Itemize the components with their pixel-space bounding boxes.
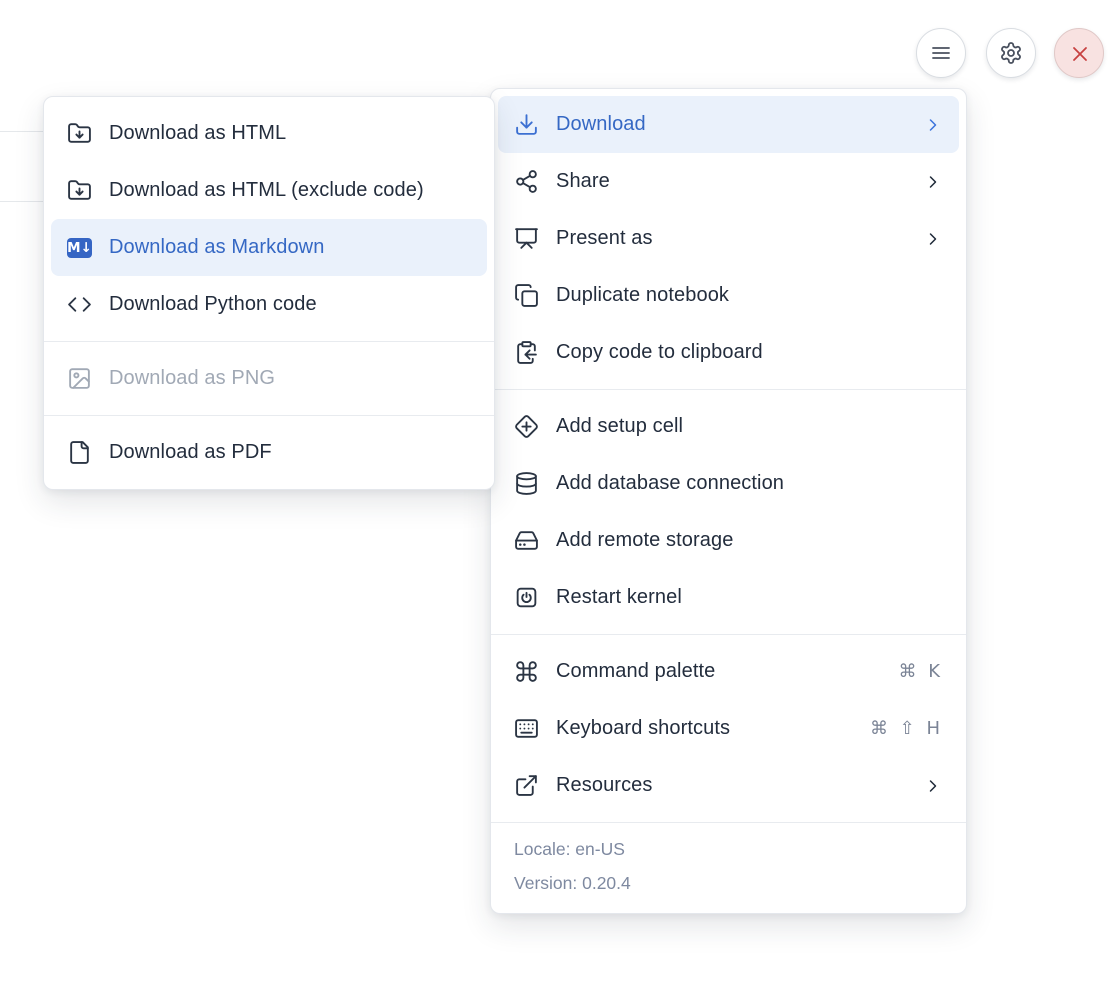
notebook-actions-menu: Download Share Present as Duplicate note… <box>490 88 967 914</box>
close-icon <box>1068 42 1090 64</box>
menu-item-label: Download <box>556 113 646 136</box>
menu-item-download-as-pdf[interactable]: Download as PDF <box>44 424 494 481</box>
keyboard-icon <box>514 716 539 741</box>
download-icon <box>514 112 539 137</box>
folder-down-icon <box>67 178 92 203</box>
menu-separator <box>491 634 966 635</box>
menu-item-label: Add database connection <box>556 472 784 495</box>
keyboard-shortcut: ⌘ K <box>898 661 943 682</box>
gear-icon <box>999 41 1023 65</box>
menu-item-label: Restart kernel <box>556 586 682 609</box>
page-divider-line <box>0 131 43 132</box>
hamburger-menu-icon <box>929 41 953 65</box>
menu-item-download-python-code[interactable]: Download Python code <box>44 276 494 333</box>
code-icon <box>67 292 92 317</box>
menu-item-add-database-connection[interactable]: Add database connection <box>491 455 966 512</box>
menu-item-add-remote-storage[interactable]: Add remote storage <box>491 512 966 569</box>
menu-item-label: Duplicate notebook <box>556 284 729 307</box>
power-icon <box>514 585 539 610</box>
menu-item-share[interactable]: Share <box>491 153 966 210</box>
menu-footer: Locale: en-US Version: 0.20.4 <box>491 823 966 913</box>
menu-separator <box>44 415 494 416</box>
menu-item-label: Download Python code <box>109 293 317 316</box>
folder-down-icon <box>67 121 92 146</box>
diamond-plus-icon <box>514 414 539 439</box>
menu-item-label: Copy code to clipboard <box>556 341 763 364</box>
external-link-icon <box>514 773 539 798</box>
menu-item-copy-code[interactable]: Copy code to clipboard <box>491 324 966 381</box>
share-icon <box>514 169 539 194</box>
menu-item-label: Add setup cell <box>556 415 683 438</box>
image-icon <box>67 366 92 391</box>
menu-item-command-palette[interactable]: Command palette ⌘ K <box>491 643 966 700</box>
page-divider-line <box>0 201 43 202</box>
menu-item-download-as-html-exclude-code[interactable]: Download as HTML (exclude code) <box>44 162 494 219</box>
file-icon <box>67 440 92 465</box>
menu-item-restart-kernel[interactable]: Restart kernel <box>491 569 966 626</box>
command-icon <box>514 659 539 684</box>
chevron-right-icon <box>923 172 943 192</box>
markdown-badge: M↓ <box>67 238 92 258</box>
hard-drive-icon <box>514 528 539 553</box>
menu-item-keyboard-shortcuts[interactable]: Keyboard shortcuts ⌘ ⇧ H <box>491 700 966 757</box>
menu-item-label: Share <box>556 170 610 193</box>
menu-item-present-as[interactable]: Present as <box>491 210 966 267</box>
menu-item-label: Download as HTML (exclude code) <box>109 179 424 202</box>
menu-item-label: Download as PNG <box>109 367 275 390</box>
menu-item-label: Download as HTML <box>109 122 286 145</box>
close-button[interactable] <box>1054 28 1104 78</box>
version-text: Version: 0.20.4 <box>514 866 943 900</box>
menu-item-label: Command palette <box>556 660 715 683</box>
menu-separator <box>44 341 494 342</box>
copy-icon <box>514 283 539 308</box>
menu-item-label: Download as PDF <box>109 441 272 464</box>
chevron-right-icon <box>923 776 943 796</box>
notebook-menu-button[interactable] <box>916 28 966 78</box>
presentation-icon <box>514 226 539 251</box>
menu-item-download-as-png: Download as PNG <box>44 350 494 407</box>
menu-item-duplicate-notebook[interactable]: Duplicate notebook <box>491 267 966 324</box>
menu-item-label: Keyboard shortcuts <box>556 717 730 740</box>
menu-item-download[interactable]: Download <box>498 96 959 153</box>
database-icon <box>514 471 539 496</box>
menu-item-download-as-markdown[interactable]: M↓ Download as Markdown <box>51 219 487 276</box>
menu-item-label: Download as Markdown <box>109 236 324 259</box>
menu-item-label: Resources <box>556 774 653 797</box>
menu-item-resources[interactable]: Resources <box>491 757 966 814</box>
markdown-download-icon: M↓ <box>67 235 92 260</box>
chevron-right-icon <box>923 229 943 249</box>
menu-separator <box>491 389 966 390</box>
download-submenu: Download as HTML Download as HTML (exclu… <box>43 96 495 490</box>
chevron-right-icon <box>923 115 943 135</box>
menu-item-add-setup-cell[interactable]: Add setup cell <box>491 398 966 455</box>
menu-item-download-as-html[interactable]: Download as HTML <box>44 105 494 162</box>
menu-item-label: Present as <box>556 227 653 250</box>
menu-item-label: Add remote storage <box>556 529 733 552</box>
keyboard-shortcut: ⌘ ⇧ H <box>870 718 943 739</box>
clipboard-copy-icon <box>514 340 539 365</box>
locale-text: Locale: en-US <box>514 832 943 866</box>
settings-button[interactable] <box>986 28 1036 78</box>
app-page: Download Share Present as Duplicate note… <box>0 0 1118 984</box>
